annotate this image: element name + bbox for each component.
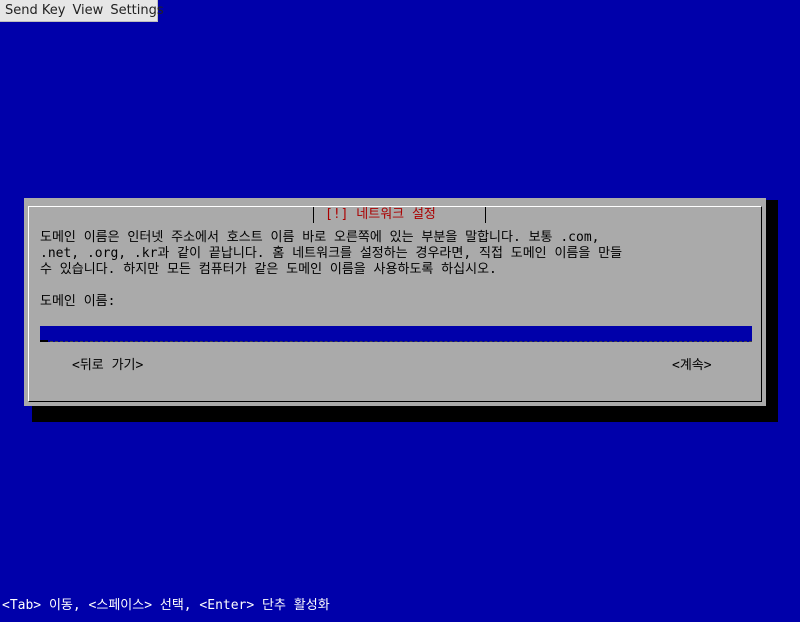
menu-settings[interactable]: Settings: [110, 3, 163, 18]
dialog-shadow-right: [766, 200, 778, 422]
status-bar-help: <Tab> 이동, <스페이스> 선택, <Enter> 단추 활성화: [2, 598, 330, 613]
domain-name-label: 도메인 이름:: [40, 294, 116, 309]
menu-view[interactable]: View: [72, 3, 103, 18]
menubar: Send Key View Settings: [0, 0, 164, 22]
dialog-description: 도메인 이름은 인터넷 주소에서 호스트 이름 바로 오른쪽에 있는 부분을 말…: [40, 230, 623, 277]
network-config-dialog: [!] 네트워크 설정 도메인 이름은 인터넷 주소에서 호스트 이름 바로 오…: [24, 198, 766, 406]
text-cursor: [40, 340, 48, 342]
continue-button[interactable]: <계속>: [672, 358, 712, 374]
menu-send-key[interactable]: Send Key: [5, 3, 65, 18]
title-bracket-right: [477, 207, 486, 223]
back-button[interactable]: <뒤로 가기>: [72, 358, 143, 374]
dialog-title: [!] 네트워크 설정: [321, 207, 440, 223]
domain-name-input[interactable]: [40, 326, 752, 342]
